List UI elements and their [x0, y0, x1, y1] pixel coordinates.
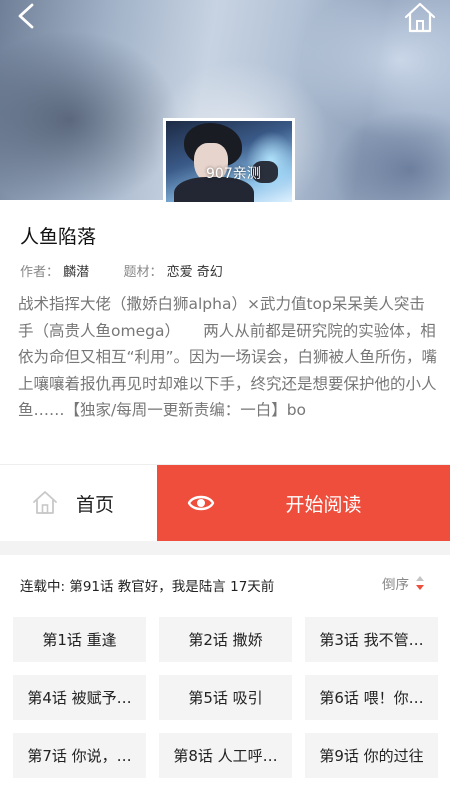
book-cover: 907亲测: [163, 118, 295, 202]
chapter-item[interactable]: 第2话 撒娇: [159, 617, 292, 662]
home-tab-button[interactable]: 首页: [0, 465, 157, 541]
sort-arrows-icon: [416, 576, 424, 590]
author-label: 作者：: [20, 265, 60, 280]
chapter-item[interactable]: 第8话 人工呼…: [159, 733, 292, 778]
home-button[interactable]: [402, 0, 438, 36]
sort-order-label: 倒序: [382, 577, 409, 593]
chapter-status-row: 连载中: 第91话 教官好，我是陆言 17天前 倒序: [0, 555, 450, 605]
chevron-left-icon: [18, 3, 34, 29]
home-tab-label: 首页: [76, 493, 115, 516]
chapter-item[interactable]: 第5话 吸引: [159, 675, 292, 720]
start-reading-button[interactable]: 开始阅读: [157, 465, 450, 541]
chapter-item[interactable]: 第3话 我不管…: [305, 617, 438, 662]
cover-tag: 907亲测: [206, 166, 261, 182]
chapter-item[interactable]: 第6话 喂！你…: [305, 675, 438, 720]
genre-label: 题材：: [123, 265, 163, 280]
section-spacer: [0, 541, 450, 555]
author-name[interactable]: 麟潜: [63, 265, 89, 280]
book-description: 战术指挥大佬（撒娇白狮alpha）×武力值top呆呆美人突击手（高贵人鱼omeg…: [18, 295, 438, 419]
chapter-item[interactable]: 第4话 被赋予…: [13, 675, 146, 720]
house-icon: [404, 2, 436, 33]
house-icon: [33, 491, 57, 514]
chapter-item[interactable]: 第7话 你说，…: [13, 733, 146, 778]
book-meta: 作者： 麟潜 题材： 恋爱 奇幻: [20, 261, 223, 280]
chapter-item[interactable]: 第1话 重逢: [13, 617, 146, 662]
sort-order-button[interactable]: 倒序: [382, 573, 425, 593]
genre-tags: 恋爱 奇幻: [166, 265, 223, 280]
action-bar: 首页 开始阅读: [0, 465, 450, 541]
book-title: 人鱼陷落: [20, 226, 97, 248]
chapter-item[interactable]: 第9话 你的过往: [305, 733, 438, 778]
update-status: 连载中: 第91话 教官好，我是陆言 17天前: [20, 579, 275, 595]
start-reading-label: 开始阅读: [285, 493, 362, 516]
back-button[interactable]: [12, 2, 42, 32]
